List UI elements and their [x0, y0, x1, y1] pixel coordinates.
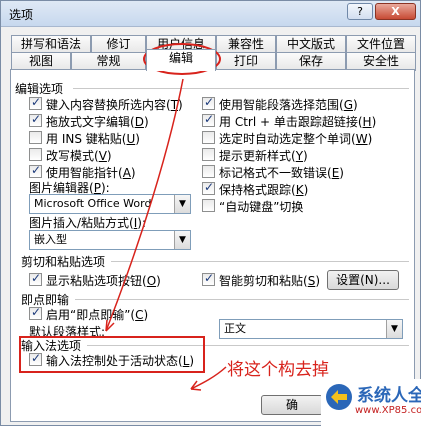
watermark-url: www.XP85.com — [355, 405, 421, 416]
watermark-name: 系统人全 — [357, 386, 421, 406]
options-dialog: 选项 ? X 拼写和语法 修订 用户信息 兼容性 中文版式 文件位置 视图 常规… — [0, 0, 421, 426]
watermark-icon — [326, 384, 352, 410]
tab-edit[interactable]: 编辑 — [146, 49, 216, 71]
annotation-text: 将这个构去掉 — [227, 360, 329, 380]
watermark-logo: 系统人全 www.XP85.com — [321, 379, 421, 426]
